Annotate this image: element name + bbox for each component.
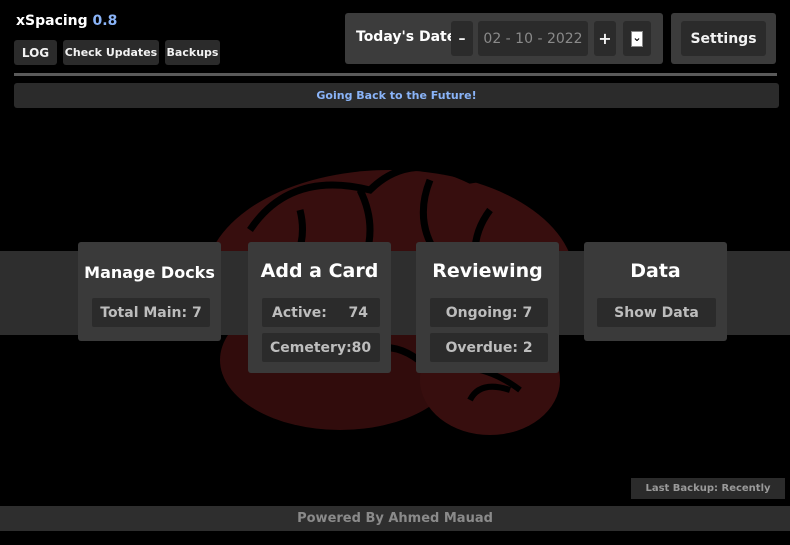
manage-docks-card[interactable]: Manage Docks Total Main: 7 — [78, 242, 221, 341]
app-title: xSpacing 0.8 — [16, 13, 117, 29]
reviewing-title: Reviewing — [432, 260, 543, 282]
footer: Powered By Ahmed Mauad — [0, 506, 790, 531]
check-updates-button[interactable]: Check Updates — [63, 40, 159, 65]
active-value: 74 — [348, 304, 368, 321]
cemetery-value: 80 — [351, 339, 372, 356]
log-button[interactable]: LOG — [14, 40, 57, 65]
header-divider — [14, 73, 777, 76]
backups-button[interactable]: Backups — [165, 40, 220, 65]
banner: Going Back to the Future! — [14, 83, 779, 108]
active-label: Active: — [272, 304, 327, 321]
chevron-down-icon: ⌄ — [631, 30, 643, 47]
settings-button[interactable]: Settings — [681, 21, 766, 56]
add-card-title: Add a Card — [260, 260, 379, 282]
banner-text: Going Back to the Future! — [316, 89, 477, 102]
last-backup-text: Last Backup: Recently — [645, 483, 771, 494]
app-version: 0.8 — [92, 13, 118, 29]
total-main-chip: Total Main: 7 — [92, 298, 210, 327]
date-increment-button[interactable]: + — [594, 21, 616, 56]
active-chip: Active: 74 — [262, 298, 380, 327]
ongoing-chip: Ongoing: 7 — [430, 298, 548, 327]
cemetery-label: Cemetery: — [270, 339, 352, 356]
add-card-card[interactable]: Add a Card Active: 74 Cemetery: 80 — [248, 242, 391, 373]
show-data-button[interactable]: Show Data — [597, 298, 716, 327]
date-input[interactable]: 02 - 10 - 2022 — [478, 21, 588, 56]
manage-docks-title: Manage Docks — [84, 263, 215, 282]
data-title: Data — [630, 260, 681, 282]
settings-panel: Settings — [671, 13, 776, 64]
cemetery-chip: Cemetery: 80 — [262, 333, 380, 362]
overdue-chip: Overdue: 2 — [430, 333, 548, 362]
date-dropdown-button[interactable]: ⌄ — [623, 21, 651, 56]
last-backup-label: Last Backup: Recently — [631, 478, 785, 499]
date-bar: Today's Date – 02 - 10 - 2022 + ⌄ — [345, 13, 663, 64]
reviewing-card[interactable]: Reviewing Ongoing: 7 Overdue: 2 — [416, 242, 559, 373]
app-name: xSpacing — [16, 13, 88, 29]
footer-text: Powered By Ahmed Mauad — [297, 511, 493, 526]
date-label: Today's Date — [356, 29, 457, 45]
data-card[interactable]: Data Show Data — [584, 242, 727, 341]
date-decrement-button[interactable]: – — [451, 21, 473, 56]
